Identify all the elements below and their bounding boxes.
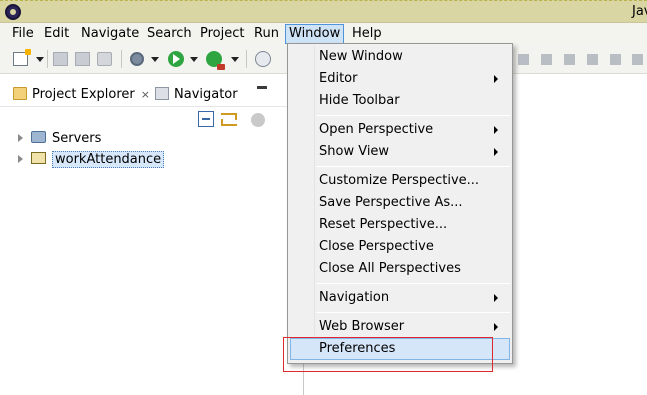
toolbar-separator (121, 50, 122, 68)
tab-navigator[interactable]: Navigator (155, 85, 238, 105)
external-tools-dropdown-icon[interactable] (231, 57, 239, 62)
expand-icon[interactable] (18, 155, 23, 163)
close-icon[interactable]: × (141, 85, 150, 105)
server-folder-icon (31, 131, 46, 143)
tab-project-explorer[interactable]: Project Explorer × (13, 85, 150, 105)
debug-icon[interactable] (130, 52, 144, 66)
terminate-icon[interactable] (564, 54, 575, 65)
menu-item-new-window[interactable]: New Window (290, 46, 510, 68)
minimize-icon[interactable] (257, 86, 267, 89)
collapse-all-icon[interactable] (198, 111, 214, 127)
save-icon[interactable] (53, 52, 68, 66)
menu-item-label: Reset Perspective... (319, 217, 448, 232)
link-with-editor-icon[interactable] (221, 111, 237, 127)
menu-item-label: Close All Perspectives (319, 261, 461, 276)
annotation-highlight-box (283, 337, 493, 372)
menu-separator (316, 166, 510, 167)
expand-icon[interactable] (18, 134, 23, 142)
submenu-arrow-icon (494, 294, 498, 302)
menu-item-close-all-perspectives[interactable]: Close All Perspectives (290, 258, 510, 280)
tree-item-servers[interactable]: Servers (18, 129, 101, 149)
menu-run[interactable]: Run (254, 25, 279, 43)
menu-item-web-browser[interactable]: Web Browser (290, 316, 510, 338)
view-menu-icon[interactable] (251, 113, 265, 127)
menu-item-label: Show View (319, 144, 390, 159)
drop-to-frame-icon[interactable] (632, 54, 643, 65)
menu-separator (316, 312, 510, 313)
menu-bar: File Edit Navigate Search Project Run Wi… (0, 23, 647, 44)
toolbar-separator (246, 50, 247, 68)
new-java-class-icon[interactable] (255, 51, 271, 67)
tree-item-label: Servers (52, 131, 102, 146)
menu-item-label: Navigation (319, 290, 390, 305)
menu-item-label: Web Browser (319, 319, 405, 334)
view-tab-bar: Project Explorer × Navigator (0, 81, 292, 107)
menu-item-label: Open Perspective (319, 122, 434, 137)
suspend-icon[interactable] (541, 54, 552, 65)
save-all-icon[interactable] (75, 52, 90, 66)
step-icon[interactable] (610, 54, 621, 65)
menu-item-label: Close Perspective (319, 239, 434, 254)
menu-item-save-perspective-as[interactable]: Save Perspective As... (290, 192, 510, 214)
menu-item-label: Customize Perspective... (319, 173, 480, 188)
title-bar: Jav (0, 0, 647, 23)
new-icon[interactable] (13, 49, 31, 66)
java-project-icon (31, 152, 46, 164)
run-dropdown-icon[interactable] (190, 57, 198, 62)
tab-label: Navigator (174, 87, 238, 102)
menu-item-open-perspective[interactable]: Open Perspective (290, 119, 510, 141)
disconnect-icon[interactable] (587, 54, 598, 65)
run-icon[interactable] (168, 51, 184, 67)
window-menu-dropdown: New Window Editor Hide Toolbar Open Pers… (287, 43, 513, 364)
tree-item-workattendance[interactable]: workAttendance (18, 150, 165, 170)
toolbar-separator (47, 50, 48, 68)
navigator-icon (155, 87, 169, 100)
menu-edit[interactable]: Edit (44, 25, 69, 43)
menu-item-close-perspective[interactable]: Close Perspective (290, 236, 510, 258)
menu-separator (316, 283, 510, 284)
new-dropdown-icon[interactable] (36, 57, 44, 62)
menu-item-navigation[interactable]: Navigation (290, 287, 510, 309)
menu-navigate[interactable]: Navigate (81, 25, 139, 43)
menu-project[interactable]: Project (200, 25, 244, 43)
submenu-arrow-icon (494, 126, 498, 134)
menu-separator (316, 115, 510, 116)
menu-item-customize-perspective[interactable]: Customize Perspective... (290, 170, 510, 192)
menu-item-editor[interactable]: Editor (290, 68, 510, 90)
menu-item-label: Save Perspective As... (319, 195, 463, 210)
submenu-arrow-icon (494, 323, 498, 331)
debug-dropdown-icon[interactable] (151, 57, 159, 62)
menu-item-hide-toolbar[interactable]: Hide Toolbar (290, 90, 510, 112)
menu-item-label: Editor (319, 71, 358, 86)
menu-search[interactable]: Search (147, 25, 192, 43)
resume-icon[interactable] (518, 54, 529, 65)
window-title: Jav (632, 4, 647, 19)
submenu-arrow-icon (494, 148, 498, 156)
menu-help[interactable]: Help (352, 25, 382, 43)
menu-item-reset-perspective[interactable]: Reset Perspective... (290, 214, 510, 236)
external-tools-icon[interactable] (206, 51, 225, 70)
print-icon[interactable] (97, 52, 112, 66)
menu-item-label: New Window (319, 49, 403, 64)
menu-file[interactable]: File (12, 25, 34, 43)
menu-window[interactable]: Window (285, 24, 345, 44)
tree-item-label: workAttendance (52, 151, 165, 168)
submenu-arrow-icon (494, 75, 498, 83)
eclipse-app-icon[interactable] (5, 4, 21, 20)
menu-item-label: Hide Toolbar (319, 93, 400, 108)
tab-label: Project Explorer (32, 87, 135, 102)
menu-item-show-view[interactable]: Show View (290, 141, 510, 163)
folder-icon (13, 87, 27, 100)
